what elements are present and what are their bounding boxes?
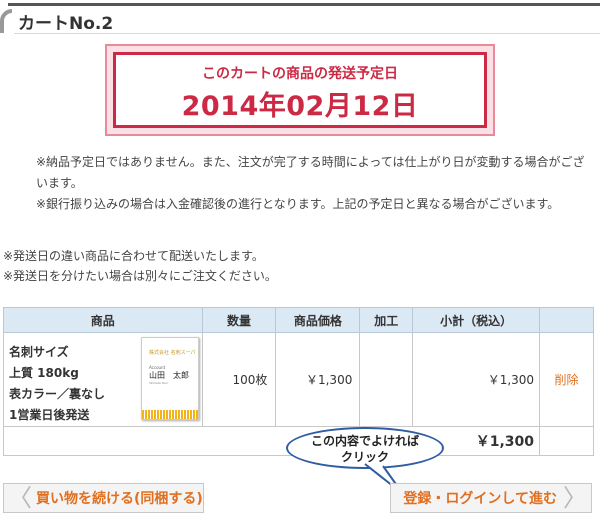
business-card-thumbnail: 株式会社 名刺スーパ Account 山田 太郎 Yamada Taro bbox=[141, 337, 199, 420]
continue-shopping-label: 買い物を続ける(同梱する) bbox=[36, 491, 203, 507]
col-header-quantity: 数量 bbox=[201, 307, 277, 333]
card-company: 株式会社 名刺スーパ bbox=[149, 350, 196, 356]
card-stripe-decoration bbox=[142, 410, 198, 419]
item-description: 名刺サイズ 上質 180kg 表カラー／裏なし 1営業日後発送 bbox=[9, 342, 105, 426]
cart-total: ￥1,300 bbox=[2, 426, 541, 456]
item-price: ￥1,300 bbox=[275, 332, 361, 427]
ship-date-label: このカートの商品の発送予定日 bbox=[202, 66, 398, 82]
ship-notes: ※納品予定日ではありません。また、注文が完了する時間によっては仕上がり日が変動す… bbox=[36, 152, 596, 215]
ship-date-inner: このカートの商品の発送予定日 2014年02月12日 bbox=[113, 52, 487, 128]
delete-item-link[interactable]: 削除 bbox=[555, 373, 579, 387]
item-cell: 名刺サイズ 上質 180kg 表カラー／裏なし 1営業日後発送 株式会社 名刺ス… bbox=[3, 332, 203, 427]
cart-header: カートNo.2 bbox=[0, 0, 600, 36]
item-size: 名刺サイズ bbox=[9, 345, 69, 359]
ship-date-box: このカートの商品の発送予定日 2014年02月12日 bbox=[105, 44, 495, 136]
header-top-rule bbox=[8, 3, 600, 6]
item-paper: 上質 180kg bbox=[9, 366, 79, 380]
col-header-action bbox=[539, 307, 594, 333]
login-proceed-button[interactable]: 登録・ログインして進む 〉 bbox=[390, 483, 592, 513]
item-subtotal: ￥1,300 bbox=[412, 332, 541, 427]
note-bank-transfer: ※銀行振り込みの場合は入金確認後の進行となります。上記の予定日と異なる場合がござ… bbox=[36, 197, 560, 211]
card-romaji: Yamada Taro bbox=[149, 381, 168, 385]
header-curl-icon bbox=[0, 9, 12, 33]
login-proceed-label: 登録・ログインして進む bbox=[403, 491, 557, 507]
cart-table-header: 商品 数量 商品価格 加工 小計（税込） bbox=[3, 307, 594, 333]
item-shipping: 1営業日後発送 bbox=[9, 408, 90, 422]
total-row-blank bbox=[539, 426, 594, 456]
note-combined-shipping: ※発送日の違い商品に合わせて配送いたします。 bbox=[3, 249, 264, 263]
note-separate-order: ※発送日を分けたい場合は別々にご注文ください。 bbox=[3, 269, 277, 283]
col-header-product: 商品 bbox=[3, 307, 203, 333]
ship-date-value: 2014年02月12日 bbox=[181, 91, 419, 122]
chevron-left-icon: 〈 bbox=[8, 484, 32, 512]
chevron-right-icon: 〉 bbox=[563, 484, 587, 512]
item-color: 表カラー／裏なし bbox=[9, 387, 106, 401]
card-name: 山田 太郎 bbox=[149, 371, 189, 380]
col-header-subtotal: 小計（税込） bbox=[412, 307, 541, 333]
col-header-processing: 加工 bbox=[359, 307, 414, 333]
shipping-notes: ※発送日の違い商品に合わせて配送いたします。 ※発送日を分けたい場合は別々にご注… bbox=[3, 246, 593, 286]
item-quantity: 100枚 bbox=[201, 332, 277, 427]
header-bottom-rule bbox=[14, 33, 600, 34]
callout-line1: この内容でよければ bbox=[310, 434, 419, 448]
continue-shopping-button[interactable]: 〈 買い物を続ける(同梱する) bbox=[3, 483, 204, 513]
cart-title: カートNo.2 bbox=[18, 14, 114, 34]
delete-cell: 削除 bbox=[539, 332, 594, 427]
col-header-price: 商品価格 bbox=[275, 307, 361, 333]
table-row: 名刺サイズ 上質 180kg 表カラー／裏なし 1営業日後発送 株式会社 名刺ス… bbox=[3, 332, 594, 427]
item-processing bbox=[359, 332, 414, 427]
note-delivery: ※納品予定日ではありません。また、注文が完了する時間によっては仕上がり日が変動す… bbox=[36, 155, 585, 190]
